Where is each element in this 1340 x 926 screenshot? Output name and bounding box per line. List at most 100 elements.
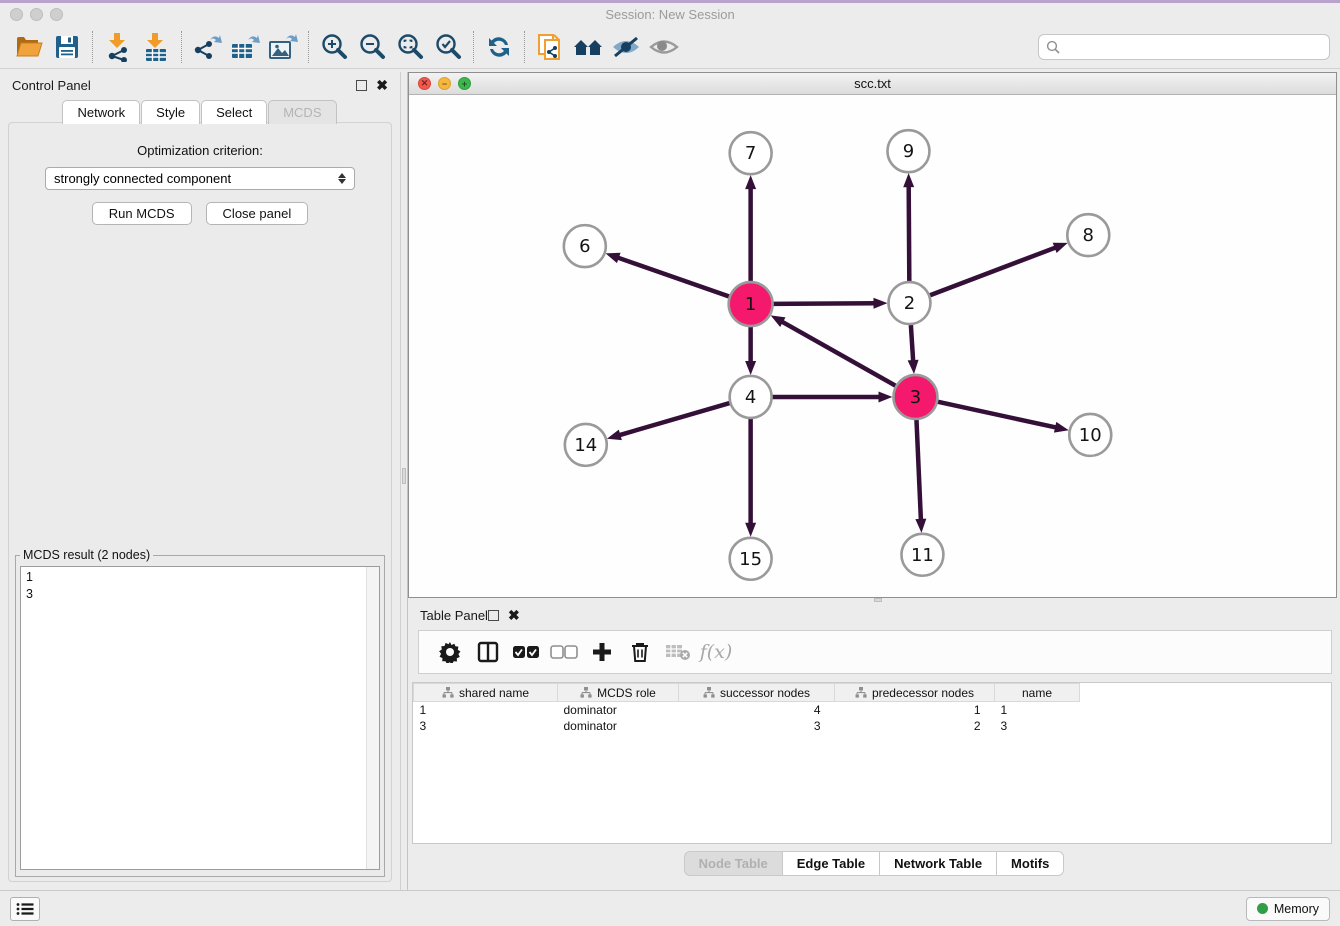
edge-3-1[interactable] <box>781 321 896 386</box>
table-cell[interactable]: dominator <box>558 702 679 718</box>
table-cell[interactable]: 3 <box>995 718 1080 734</box>
close-window-icon[interactable] <box>10 8 23 21</box>
arrowhead-icon <box>908 360 919 374</box>
zoom-selected-icon[interactable] <box>429 29 467 65</box>
node-label: 4 <box>745 387 756 408</box>
edge-2-8[interactable] <box>929 247 1056 295</box>
tab-network-table[interactable]: Network Table <box>880 851 997 876</box>
add-column-icon[interactable] <box>585 635 619 669</box>
mcds-panel: Optimization criterion: strongly connect… <box>8 122 392 882</box>
table-cell[interactable]: 4 <box>679 702 835 718</box>
zoom-out-icon[interactable] <box>353 29 391 65</box>
network-window-titlebar[interactable]: ✕ − + scc.txt <box>409 73 1336 95</box>
mcds-result-title: MCDS result (2 nodes) <box>20 548 153 562</box>
memory-button[interactable]: Memory <box>1246 897 1330 921</box>
network-canvas[interactable]: 7968124314101511 <box>409 95 1336 597</box>
tab-mcds[interactable]: MCDS <box>268 100 336 124</box>
table-panel: Table Panel ✖ <box>408 602 1340 890</box>
edge-1-2[interactable] <box>773 303 876 304</box>
open-folder-icon[interactable] <box>10 29 48 65</box>
edge-1-6[interactable] <box>617 257 730 296</box>
table-cell[interactable]: 3 <box>414 718 558 734</box>
import-table-icon[interactable] <box>137 29 175 65</box>
search-input[interactable] <box>1065 39 1322 54</box>
export-table-icon[interactable] <box>226 29 264 65</box>
save-session-icon[interactable] <box>48 29 86 65</box>
zoom-fit-icon[interactable] <box>391 29 429 65</box>
tab-motifs[interactable]: Motifs <box>997 851 1064 876</box>
network-view-window: ✕ − + scc.txt 7968124314101511 <box>408 72 1337 598</box>
refresh-icon[interactable] <box>480 29 518 65</box>
mcds-result-values: 1 3 <box>21 567 379 603</box>
select-all-columns-icon[interactable] <box>509 635 543 669</box>
delete-column-icon[interactable] <box>623 635 657 669</box>
settings-gear-icon[interactable] <box>433 635 467 669</box>
memory-status-icon <box>1257 903 1268 914</box>
edge-3-10[interactable] <box>937 402 1057 428</box>
table-cell[interactable]: dominator <box>558 718 679 734</box>
tab-style[interactable]: Style <box>141 100 200 124</box>
tab-node-table[interactable]: Node Table <box>684 851 783 876</box>
export-image-icon[interactable] <box>264 29 302 65</box>
close-table-panel-icon[interactable]: ✖ <box>508 610 520 621</box>
export-network-icon[interactable] <box>188 29 226 65</box>
run-mcds-button[interactable]: Run MCDS <box>92 202 192 225</box>
network-minimize-icon[interactable]: − <box>438 77 451 90</box>
column-header-MCDS-role[interactable]: MCDS role <box>558 684 679 702</box>
search-box[interactable] <box>1038 34 1330 60</box>
task-history-icon[interactable] <box>10 897 40 921</box>
hide-selected-eye-icon[interactable] <box>607 29 645 65</box>
table-cell[interactable]: 1 <box>995 702 1080 718</box>
table-cell[interactable]: 2 <box>835 718 995 734</box>
column-header-successor-nodes[interactable]: successor nodes <box>679 684 835 702</box>
optimization-criterion-select[interactable]: strongly connected component <box>45 167 355 190</box>
table-cell[interactable]: 1 <box>835 702 995 718</box>
tab-select[interactable]: Select <box>201 100 267 124</box>
network-maximize-icon[interactable]: + <box>458 77 471 90</box>
close-panel-icon[interactable]: ✖ <box>376 80 388 91</box>
toolbar-separator <box>181 31 182 63</box>
delete-table-icon[interactable] <box>661 635 695 669</box>
edge-2-3[interactable] <box>911 324 913 362</box>
edge-4-14[interactable] <box>618 403 730 436</box>
maximize-window-icon[interactable] <box>50 8 63 21</box>
arrowhead-icon <box>607 430 622 441</box>
node-label: 9 <box>903 141 914 162</box>
float-table-panel-icon[interactable] <box>488 610 499 621</box>
tab-edge-table[interactable]: Edge Table <box>783 851 880 876</box>
table-cell[interactable]: 3 <box>679 718 835 734</box>
float-panel-icon[interactable] <box>356 80 367 91</box>
deselect-all-columns-icon[interactable] <box>547 635 581 669</box>
column-header-shared-name[interactable]: shared name <box>414 684 558 702</box>
tab-network[interactable]: Network <box>62 100 140 124</box>
column-layout-icon[interactable] <box>471 635 505 669</box>
first-neighbors-icon[interactable] <box>569 29 607 65</box>
import-network-icon[interactable] <box>99 29 137 65</box>
function-builder-icon[interactable]: f(x) <box>699 635 733 669</box>
zoom-in-icon[interactable] <box>315 29 353 65</box>
toolbar-separator <box>92 31 93 63</box>
node-table[interactable]: shared nameMCDS rolesuccessor nodesprede… <box>412 682 1332 844</box>
table-row[interactable]: 3dominator323 <box>414 718 1080 734</box>
show-all-eye-icon[interactable] <box>645 29 683 65</box>
result-scrollbar[interactable] <box>366 567 379 869</box>
minimize-window-icon[interactable] <box>30 8 43 21</box>
close-panel-button[interactable]: Close panel <box>206 202 309 225</box>
splitter-grip[interactable] <box>402 468 406 484</box>
column-header-predecessor-nodes[interactable]: predecessor nodes <box>835 684 995 702</box>
copy-network-icon[interactable] <box>531 29 569 65</box>
arrowhead-icon <box>771 315 786 327</box>
selected-criterion: strongly connected component <box>54 171 338 186</box>
status-bar: Memory <box>0 890 1340 926</box>
edge-2-9[interactable] <box>909 185 910 282</box>
column-header-name[interactable]: name <box>995 684 1080 702</box>
table-cell[interactable]: 1 <box>414 702 558 718</box>
vertical-splitter[interactable] <box>400 72 408 890</box>
node-label: 3 <box>910 387 921 408</box>
edge-3-11[interactable] <box>916 419 921 521</box>
network-close-icon[interactable]: ✕ <box>418 77 431 90</box>
table-row[interactable]: 1dominator411 <box>414 702 1080 718</box>
node-label: 15 <box>739 549 762 570</box>
memory-label: Memory <box>1274 902 1319 916</box>
mcds-result-area[interactable]: 1 3 <box>20 566 380 870</box>
